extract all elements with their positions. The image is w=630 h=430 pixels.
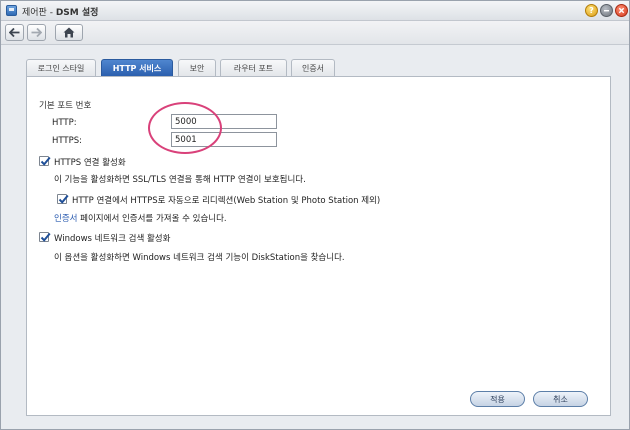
cancel-button[interactable]: 취소	[533, 391, 588, 407]
tab-security[interactable]: 보안	[178, 59, 216, 76]
certificate-note-text: 페이지에서 인증서를 가져올 수 있습니다.	[77, 214, 227, 224]
tab-http-service[interactable]: HTTP 서비스	[101, 59, 173, 76]
window-title: 제어판 - DSM 설정	[22, 8, 99, 18]
certificate-link[interactable]: 인증서	[54, 214, 77, 224]
help-icon[interactable]: ?	[585, 4, 598, 17]
apply-button[interactable]: 적용	[470, 391, 525, 407]
windows-discovery-label: Windows 네트워크 검색 활성화	[54, 234, 171, 244]
https-description: 이 기능을 활성화하면 SSL/TLS 연결을 통해 HTTP 연결이 보호됩니…	[54, 175, 306, 185]
certificate-note: 인증서 페이지에서 인증서를 가져올 수 있습니다.	[54, 212, 227, 224]
default-port-heading: 기본 포트 번호	[39, 101, 92, 111]
title-bar: 제어판 - DSM 설정 ?	[1, 1, 629, 21]
windows-discovery-description: 이 옵션을 활성화하면 Windows 네트워크 검색 기능이 DiskStat…	[54, 253, 345, 263]
checkmark-icon	[40, 156, 51, 166]
close-icon[interactable]	[615, 4, 628, 17]
https-enable-checkbox[interactable]	[39, 156, 51, 166]
tab-router-port[interactable]: 라우터 포트	[220, 59, 287, 76]
checkmark-icon	[40, 232, 51, 242]
home-icon	[63, 27, 75, 38]
https-redirect-label: HTTP 연결에서 HTTPS로 자동으로 리디렉션(Web Station 및…	[72, 196, 381, 206]
control-panel-icon	[6, 5, 17, 16]
http-port-input[interactable]	[171, 114, 277, 129]
arrow-left-icon	[9, 28, 20, 37]
tab-login-style[interactable]: 로그인 스타일	[26, 59, 96, 76]
home-button[interactable]	[55, 24, 83, 41]
checkmark-icon	[58, 194, 69, 204]
arrow-right-icon	[31, 28, 42, 37]
windows-discovery-checkbox[interactable]	[39, 232, 51, 242]
https-port-label: HTTPS:	[52, 136, 83, 146]
http-port-label: HTTP:	[52, 118, 77, 128]
back-button[interactable]	[5, 24, 24, 41]
https-redirect-checkbox[interactable]	[57, 194, 69, 204]
dsm-settings-window: 제어판 - DSM 설정 ? 로그인 스타일 HTTP 서비스 보안 라우터 포…	[0, 0, 630, 430]
minimize-icon[interactable]	[600, 4, 613, 17]
https-enable-label: HTTPS 연결 활성화	[54, 158, 126, 168]
http-service-panel: 기본 포트 번호 HTTP: HTTPS: HTTPS 연결 활성화 이 기능을…	[26, 76, 611, 416]
forward-button[interactable]	[27, 24, 46, 41]
https-port-input[interactable]	[171, 132, 277, 147]
toolbar	[1, 21, 629, 45]
tab-certificate[interactable]: 인증서	[291, 59, 335, 76]
